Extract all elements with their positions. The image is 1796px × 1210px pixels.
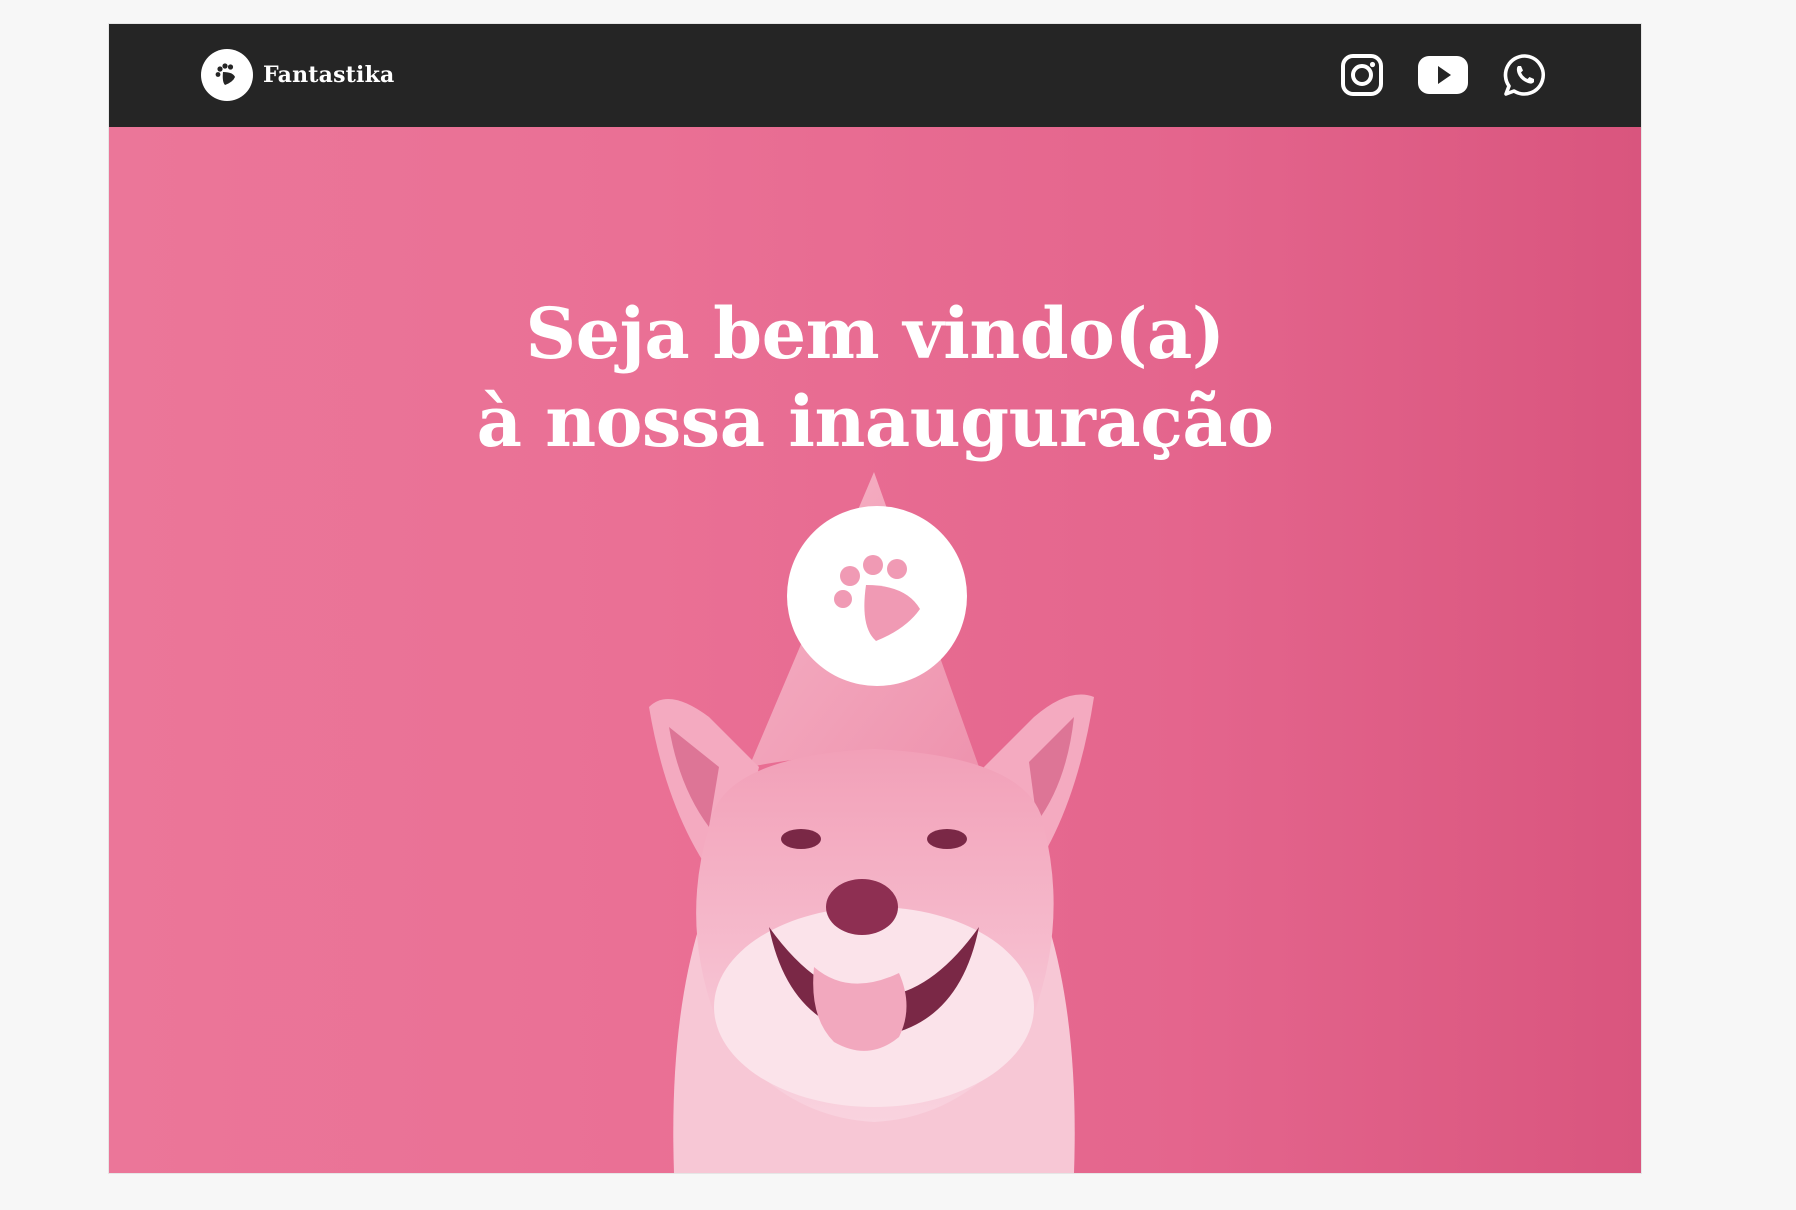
hero-title: Seja bem vindo(a) à nossa inauguração xyxy=(109,290,1641,466)
paw-badge xyxy=(787,506,967,686)
whatsapp-icon xyxy=(1503,54,1545,96)
page-frame: Fantastika Seja bem vindo(a) à nossa ina… xyxy=(109,24,1641,1173)
hero-section: Seja bem vindo(a) à nossa inauguração xyxy=(109,127,1641,1173)
youtube-link[interactable] xyxy=(1417,52,1469,98)
top-navbar: Fantastika xyxy=(109,24,1641,127)
hero-title-line-1: Seja bem vindo(a) xyxy=(525,292,1225,375)
paw-icon xyxy=(215,63,235,85)
brand-name: Fantastika xyxy=(263,62,395,88)
instagram-icon xyxy=(1341,54,1383,96)
whatsapp-link[interactable] xyxy=(1501,52,1549,98)
youtube-icon xyxy=(1418,56,1468,94)
instagram-link[interactable] xyxy=(1337,52,1385,98)
social-links xyxy=(1337,52,1549,98)
brand-home-link[interactable]: Fantastika xyxy=(201,49,395,101)
hero-title-line-2: à nossa inauguração xyxy=(476,380,1274,463)
brand-logo xyxy=(201,49,253,101)
